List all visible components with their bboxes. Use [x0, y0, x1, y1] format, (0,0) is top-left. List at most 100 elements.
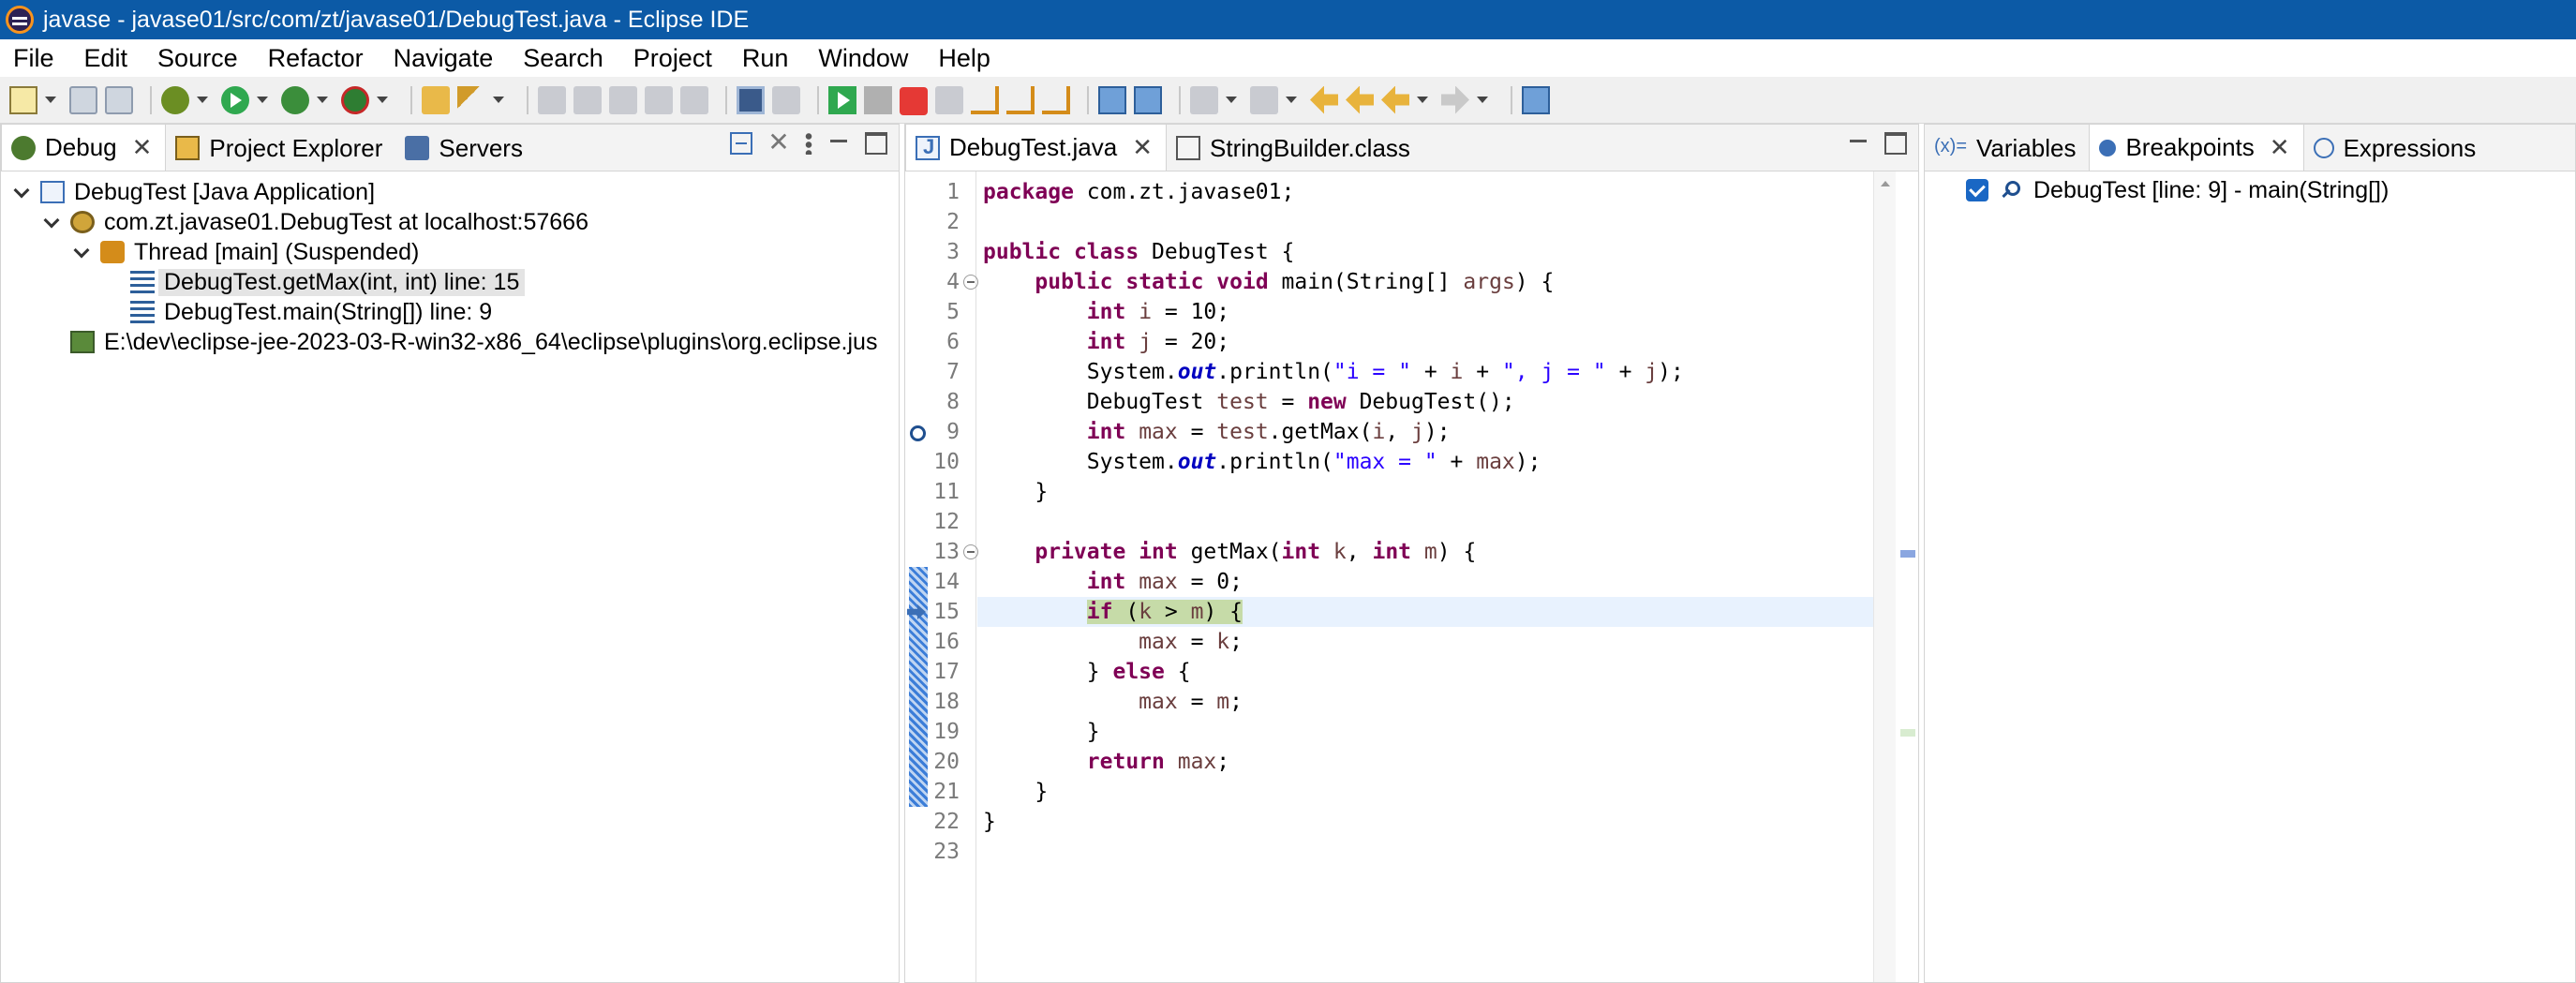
- toggle-mark-occurrences-icon[interactable]: [538, 85, 566, 114]
- tab-stringbuilder-class[interactable]: StringBuilder.class: [1167, 126, 1423, 171]
- previous-annotation-icon[interactable]: [1250, 85, 1278, 114]
- back-dropdown-icon[interactable]: [1417, 97, 1428, 103]
- main-toolbar: [0, 77, 2576, 124]
- tab-project-explorer[interactable]: Project Explorer: [166, 126, 395, 171]
- tab-breakpoints[interactable]: Breakpoints ✕: [2089, 124, 2304, 171]
- external-tools-icon[interactable]: [341, 85, 369, 114]
- vertical-ruler[interactable]: [905, 171, 928, 982]
- run-icon[interactable]: [221, 85, 249, 114]
- tab-variables[interactable]: (x)= Variables: [1925, 126, 2089, 171]
- terminate-icon[interactable]: [900, 86, 928, 115]
- disconnect-icon[interactable]: [935, 85, 963, 114]
- step-into-icon[interactable]: [971, 85, 999, 114]
- maximize-icon[interactable]: [1884, 132, 1907, 155]
- resume-icon[interactable]: [828, 85, 856, 114]
- coverage-dropdown-icon[interactable]: [317, 97, 328, 103]
- breakpoint-icon[interactable]: [906, 423, 927, 443]
- menu-run[interactable]: Run: [742, 44, 789, 73]
- show-whitespace-icon[interactable]: [645, 85, 673, 114]
- menu-file[interactable]: File: [13, 44, 54, 73]
- scroll-up-icon[interactable]: [1881, 181, 1890, 186]
- chevron-down-icon[interactable]: [12, 183, 31, 201]
- tab-expressions[interactable]: Expressions: [2304, 126, 2490, 171]
- overview-ruler[interactable]: [1896, 171, 1918, 982]
- menu-edit[interactable]: Edit: [84, 44, 128, 73]
- toggle-block-selection-icon[interactable]: [609, 85, 637, 114]
- debug-dropdown-icon[interactable]: [197, 97, 208, 103]
- breakpoint-item[interactable]: DebugTest [line: 9] - main(String[]): [1925, 175, 2575, 205]
- coverage-icon[interactable]: [281, 85, 309, 114]
- tree-item[interactable]: DebugTest.main(String[]) line: 9: [1, 297, 899, 327]
- vertical-scrollbar[interactable]: [1873, 171, 1896, 982]
- code-token: j: [1411, 420, 1424, 444]
- back-icon[interactable]: [1381, 85, 1409, 114]
- suspend-icon[interactable]: [864, 85, 892, 114]
- tab-debugtest-java[interactable]: DebugTest.java ✕: [905, 124, 1168, 171]
- menu-refactor[interactable]: Refactor: [268, 44, 364, 73]
- menu-window[interactable]: Window: [818, 44, 908, 73]
- remove-all-terminated-icon[interactable]: ✕: [767, 129, 790, 156]
- line-number-ruler[interactable]: 1 2 3 4 5 6 7 8 9 10 11 12 13 14 15 16 17 18 19 20 21 22 23: [928, 171, 978, 982]
- tab-servers[interactable]: Servers: [395, 126, 536, 171]
- collapse-all-icon[interactable]: [730, 132, 752, 155]
- forward-dropdown-icon[interactable]: [1477, 97, 1488, 103]
- use-step-filters-icon[interactable]: [1098, 85, 1126, 114]
- minimize-icon[interactable]: [827, 132, 850, 155]
- save-icon[interactable]: [69, 85, 97, 114]
- pilcrow-icon[interactable]: [680, 85, 708, 114]
- code-token: System.: [983, 450, 1178, 474]
- code-text-area[interactable]: package com.zt.javase01; public class Deb…: [977, 171, 1873, 982]
- fold-collapse-icon[interactable]: [963, 275, 978, 290]
- chevron-down-icon[interactable]: [42, 213, 61, 231]
- fold-collapse-icon[interactable]: [963, 544, 978, 559]
- code-line: }: [977, 807, 1873, 837]
- last-edit-location-icon[interactable]: [1310, 85, 1338, 114]
- step-return-icon[interactable]: [1042, 85, 1070, 114]
- view-menu-icon[interactable]: [805, 132, 812, 155]
- menu-source[interactable]: Source: [157, 44, 238, 73]
- quick-fix-dropdown-icon[interactable]: [493, 97, 504, 103]
- new-dropdown-icon[interactable]: [45, 97, 56, 103]
- tree-item[interactable]: DebugTest [Java Application]: [1, 177, 899, 207]
- menu-project[interactable]: Project: [633, 44, 712, 73]
- last-edit-location-alt-icon[interactable]: [1346, 85, 1374, 114]
- menu-navigate[interactable]: Navigate: [394, 44, 494, 73]
- menu-search[interactable]: Search: [523, 44, 603, 73]
- forward-icon[interactable]: [1441, 85, 1469, 114]
- menu-help[interactable]: Help: [938, 44, 990, 73]
- close-icon[interactable]: ✕: [1132, 133, 1153, 162]
- skip-breakpoints-icon[interactable]: [772, 85, 800, 114]
- breakpoint-enabled-checkbox[interactable]: [1966, 179, 1988, 201]
- tab-debug[interactable]: Debug ✕: [1, 124, 167, 171]
- chevron-down-icon[interactable]: [72, 243, 91, 261]
- overview-breakpoint-mark[interactable]: [1900, 550, 1915, 558]
- editor-tabs: DebugTest.java ✕ StringBuilder.class: [905, 124, 1918, 171]
- external-tools-dropdown-icon[interactable]: [377, 97, 388, 103]
- tree-item[interactable]: E:\dev\eclipse-jee-2023-03-R-win32-x86_6…: [1, 327, 899, 357]
- overview-current-line-mark[interactable]: [1900, 729, 1915, 737]
- perspective-icon[interactable]: [1522, 85, 1550, 114]
- toggle-word-wrap-icon[interactable]: [573, 85, 602, 114]
- minimize-icon[interactable]: [1847, 132, 1869, 155]
- tree-item[interactable]: com.zt.javase01.DebugTest at localhost:5…: [1, 207, 899, 237]
- close-icon[interactable]: ✕: [132, 133, 153, 162]
- maximize-icon[interactable]: [865, 132, 887, 155]
- open-type-icon[interactable]: [422, 85, 450, 114]
- close-icon[interactable]: ✕: [2270, 133, 2290, 162]
- step-over-icon[interactable]: [1006, 85, 1035, 114]
- save-all-icon[interactable]: [105, 85, 133, 114]
- debug-icon[interactable]: [161, 85, 189, 114]
- previous-annotation-dropdown-icon[interactable]: [1286, 97, 1297, 103]
- tree-item[interactable]: Thread [main] (Suspended): [1, 237, 899, 267]
- next-annotation-dropdown-icon[interactable]: [1226, 97, 1237, 103]
- code-line: return max;: [977, 747, 1873, 777]
- quick-fix-icon[interactable]: [457, 85, 485, 114]
- display-icon[interactable]: [737, 85, 765, 114]
- new-icon[interactable]: [9, 85, 37, 114]
- drop-to-frame-icon[interactable]: [1134, 85, 1162, 114]
- tree-item[interactable]: DebugTest.getMax(int, int) line: 15: [1, 267, 899, 297]
- run-dropdown-icon[interactable]: [257, 97, 268, 103]
- next-annotation-icon[interactable]: [1190, 85, 1218, 114]
